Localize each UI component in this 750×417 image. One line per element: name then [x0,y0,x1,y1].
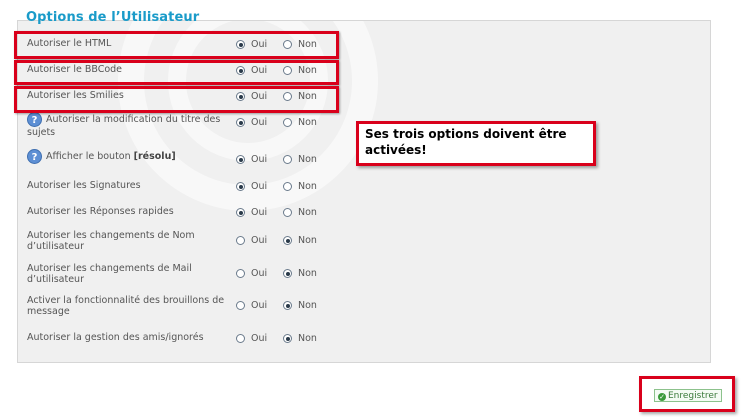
option-label: Autoriser les Réponses rapides [27,206,230,217]
option-label-text: Autoriser les changements de Nom d’utili… [27,230,195,252]
radio-oui[interactable] [236,182,245,191]
option-row: Autoriser la gestion des amis/ignorés Oui… [0,330,340,356]
option-label-text: Afficher le bouton [résolu] [46,151,176,162]
highlight-box-html [14,31,339,59]
radio-non-label: Non [298,333,317,344]
radio-oui-label: Oui [251,117,268,128]
radio-oui-label: Oui [251,333,268,344]
option-label: ? Autoriser la modification du titre des … [27,112,230,138]
option-label: Activer la fonctionnalité des brouillons… [27,295,230,317]
save-button[interactable]: ✓ Enregistrer [654,389,722,402]
radio-non-label: Non [298,117,317,128]
radio-non[interactable] [283,236,292,245]
option-row: Autoriser les changements de Mail d’util… [0,263,340,291]
radio-oui-label: Oui [251,300,268,311]
radio-oui[interactable] [236,118,245,127]
radio-non[interactable] [283,118,292,127]
option-label: Autoriser la gestion des amis/ignorés [27,332,230,343]
radio-non-label: Non [298,181,317,192]
radio-non-label: Non [298,207,317,218]
radio-oui-label: Oui [251,235,268,246]
save-button-label: Enregistrer [668,391,718,401]
save-highlight-box: ✓ Enregistrer [639,376,735,412]
option-label-text: Autoriser la modification du titre des s… [27,114,221,138]
page-title: Options de l’Utilisateur [26,10,200,25]
radio-non[interactable] [283,208,292,217]
radio-non[interactable] [283,301,292,310]
highlight-box-bbcode [14,60,339,85]
radio-non[interactable] [283,334,292,343]
radio-non-label: Non [298,268,317,279]
option-row: Autoriser les Réponses rapides Oui Non [0,204,340,230]
option-row: ? Afficher le bouton [résolu] Oui Non [0,149,340,178]
radio-oui[interactable] [236,236,245,245]
option-label: Autoriser les changements de Nom d’utili… [27,230,230,252]
radio-non-label: Non [298,235,317,246]
radio-non[interactable] [283,269,292,278]
highlight-box-smilies [14,86,339,113]
radio-oui[interactable] [236,334,245,343]
annotation-note: Ses trois options doivent être activées! [356,121,596,166]
option-row: Autoriser les Signatures Oui Non [0,178,340,204]
radio-oui-label: Oui [251,207,268,218]
option-label-text: Activer la fonctionnalité des brouillons… [27,295,225,317]
radio-oui-label: Oui [251,268,268,279]
option-row: Activer la fonctionnalité des brouillons… [0,295,340,323]
option-label-text: Autoriser les Signatures [27,180,141,191]
option-row: ? Autoriser la modification du titre des … [0,112,340,141]
option-label-text: Autoriser la gestion des amis/ignorés [27,332,204,343]
radio-oui[interactable] [236,301,245,310]
radio-non[interactable] [283,182,292,191]
radio-non-label: Non [298,300,317,311]
radio-oui-label: Oui [251,154,268,165]
option-label: Autoriser les changements de Mail d’util… [27,263,230,285]
help-icon[interactable]: ? [27,149,42,164]
option-row: Autoriser les changements de Nom d’utili… [0,230,340,258]
radio-oui-label: Oui [251,181,268,192]
radio-oui[interactable] [236,208,245,217]
radio-oui[interactable] [236,155,245,164]
check-icon: ✓ [658,393,666,401]
option-label-text: Autoriser les Réponses rapides [27,206,174,217]
option-label: ? Afficher le bouton [résolu] [27,149,230,164]
radio-oui[interactable] [236,269,245,278]
option-label-text: Autoriser les changements de Mail d’util… [27,263,192,285]
option-label: Autoriser les Signatures [27,180,230,191]
radio-non-label: Non [298,154,317,165]
radio-non[interactable] [283,155,292,164]
help-icon[interactable]: ? [27,112,42,127]
